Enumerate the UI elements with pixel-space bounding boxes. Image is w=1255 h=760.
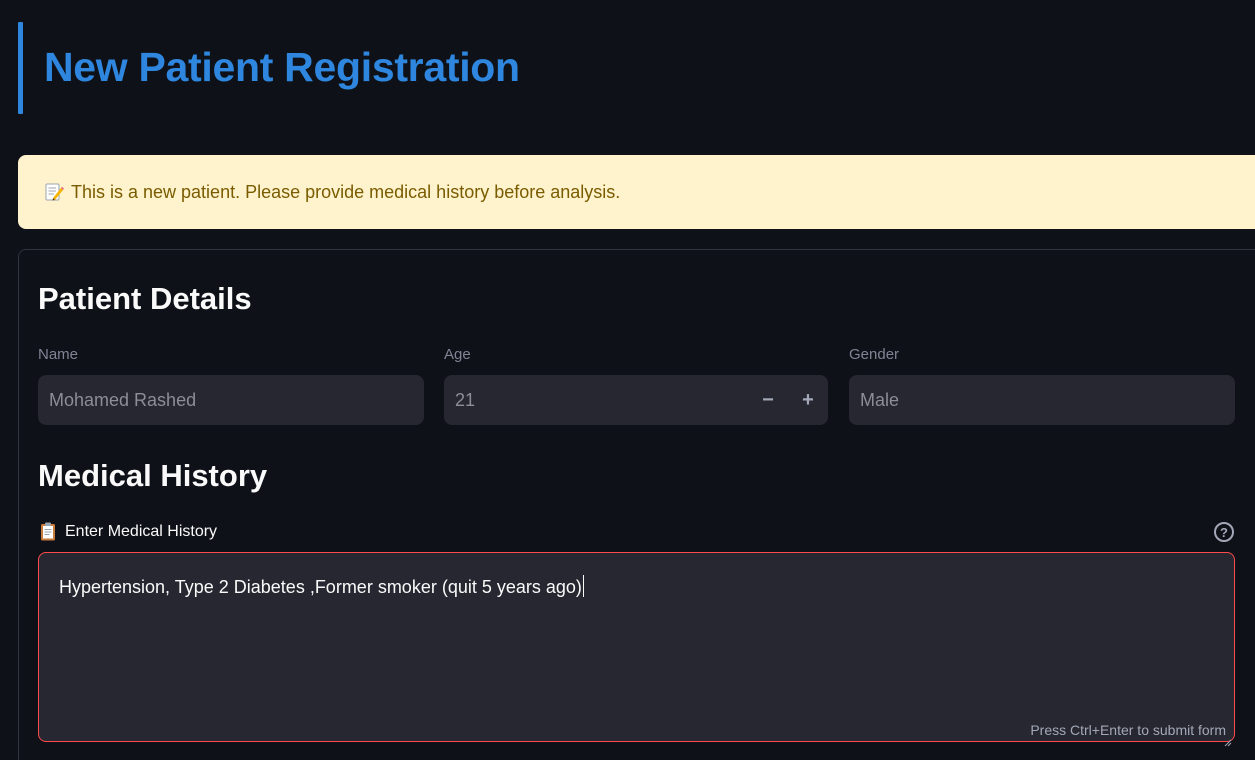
gender-value: Male <box>860 389 900 410</box>
clipboard-icon <box>40 522 56 541</box>
gender-input[interactable]: Male <box>849 375 1235 425</box>
submit-hint: Press Ctrl+Enter to submit form <box>1030 722 1226 738</box>
medical-history-label: Enter Medical History <box>40 522 217 541</box>
help-icon[interactable]: ? <box>1214 522 1234 542</box>
title-accent-bar <box>18 22 23 114</box>
medical-history-value: Hypertension, Type 2 Diabetes ,Former sm… <box>59 577 582 597</box>
resize-handle-icon[interactable] <box>1224 731 1232 747</box>
name-input[interactable]: Mohamed Rashed <box>38 375 424 425</box>
age-number-input[interactable]: 21 − + <box>444 375 828 425</box>
medical-history-heading: Medical History <box>38 458 268 493</box>
memo-icon <box>44 182 64 202</box>
age-increment-button[interactable]: + <box>788 375 828 425</box>
age-label: Age <box>444 346 471 363</box>
age-decrement-button[interactable]: − <box>748 375 788 425</box>
alert-message: This is a new patient. Please provide me… <box>71 181 621 202</box>
new-patient-alert: This is a new patient. Please provide me… <box>18 155 1255 229</box>
medical-history-label-text: Enter Medical History <box>65 522 218 540</box>
patient-details-heading: Patient Details <box>38 281 252 316</box>
page-title: New Patient Registration <box>44 44 520 90</box>
age-value: 21 <box>455 389 476 410</box>
name-value: Mohamed Rashed <box>49 389 197 410</box>
medical-history-textarea[interactable]: Hypertension, Type 2 Diabetes ,Former sm… <box>38 552 1235 747</box>
registration-page: New Patient Registration This is a new p… <box>0 0 1255 760</box>
text-caret <box>582 575 584 597</box>
name-label: Name <box>38 346 79 363</box>
gender-label: Gender <box>849 346 900 363</box>
